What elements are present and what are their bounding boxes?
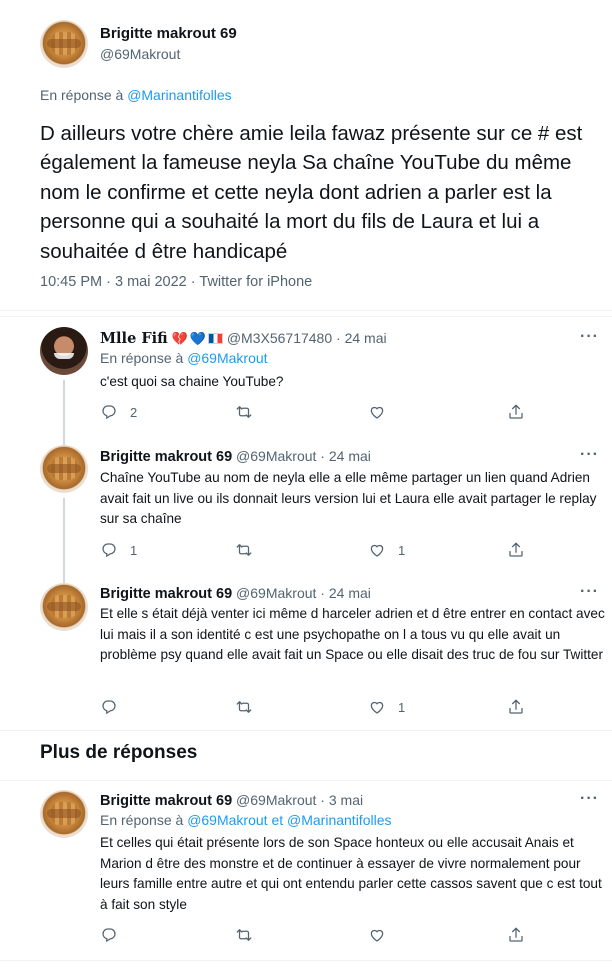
reply-icon — [102, 405, 116, 420]
reply-display-name[interactable]: Mlle Fifi — [100, 330, 168, 347]
like-count: 1 — [398, 699, 406, 715]
reply-prefix: En réponse à — [100, 812, 184, 828]
thread-line — [63, 380, 65, 446]
broken-heart-icon: 💔 — [171, 331, 188, 346]
main-tweet-meta: 10:45 PM · 3 mai 2022 · Twitter for iPho… — [40, 274, 312, 290]
share-button[interactable] — [507, 541, 525, 559]
reply-icon — [102, 543, 116, 558]
reply-icon — [102, 700, 116, 715]
like-button[interactable] — [368, 403, 386, 421]
reply-icon — [102, 928, 116, 943]
reply-text: Et elle s était déjà venter ici même d h… — [100, 606, 605, 663]
more-replies-heading: Plus de réponses — [40, 742, 198, 763]
retweet-button[interactable] — [235, 541, 253, 559]
reply-button[interactable]: 1 — [100, 541, 137, 559]
reply-avatar[interactable] — [40, 583, 88, 631]
retweet-button[interactable] — [235, 403, 253, 421]
reply-context: En réponse à @69Makrout et @Marinantifol… — [100, 812, 392, 828]
divider — [0, 730, 612, 731]
reply-to-link[interactable]: @Marinantifolles — [287, 812, 391, 828]
more-icon[interactable]: ··· — [580, 583, 599, 601]
retweet-icon — [236, 406, 252, 418]
reply-header: Mlle Fifi 💔 💙 @M3X56717480 · 24 mai — [100, 330, 387, 347]
reply-avatar[interactable] — [40, 327, 88, 375]
reply-avatar[interactable] — [40, 445, 88, 493]
divider — [0, 316, 612, 317]
share-button[interactable] — [507, 403, 525, 421]
reply-button[interactable] — [100, 926, 118, 944]
tweet-source[interactable]: Twitter for iPhone — [199, 274, 312, 290]
divider — [0, 780, 612, 781]
reply-handle[interactable]: @69Makrout — [236, 448, 316, 464]
reply-display-name[interactable]: Brigitte makrout 69 — [100, 586, 232, 602]
main-tweet-handle[interactable]: @69Makrout — [100, 46, 180, 62]
reply-date[interactable]: 24 mai — [345, 330, 387, 346]
tweet-date[interactable]: 3 mai 2022 — [115, 274, 187, 290]
like-icon — [370, 544, 384, 557]
divider — [0, 960, 612, 961]
like-count: 1 — [398, 542, 406, 558]
reply-text: c'est quoi sa chaine YouTube? — [100, 374, 284, 389]
main-tweet-text: D ailleurs votre chère amie leila fawaz … — [40, 122, 583, 263]
like-button[interactable] — [368, 926, 386, 944]
reply-and: et — [271, 812, 284, 828]
blue-heart-icon: 💙 — [189, 331, 206, 346]
reply-handle[interactable]: @M3X56717480 — [227, 330, 332, 346]
france-flag-icon — [207, 333, 223, 344]
reply-text: Chaîne YouTube au nom de neyla elle a el… — [100, 470, 597, 527]
reply-header: Brigitte makrout 69 @69Makrout · 24 mai — [100, 585, 371, 602]
retweet-icon — [236, 929, 252, 941]
retweet-button[interactable] — [235, 698, 253, 716]
reply-count: 2 — [130, 404, 138, 420]
reply-date[interactable]: 24 mai — [329, 448, 371, 464]
reply-display-name[interactable]: Brigitte makrout 69 — [100, 793, 232, 809]
share-icon — [509, 542, 523, 557]
meta-separator: · — [106, 274, 111, 290]
reply-prefix: En réponse à — [100, 350, 184, 366]
like-icon — [370, 929, 384, 942]
share-icon — [509, 927, 523, 942]
reply-button[interactable] — [100, 698, 118, 716]
more-icon[interactable]: ··· — [580, 328, 599, 346]
main-tweet-display-name[interactable]: Brigitte makrout 69 — [100, 25, 237, 42]
reply-prefix: En réponse à — [40, 87, 124, 103]
more-icon[interactable]: ··· — [580, 790, 599, 808]
meta-separator: · — [190, 274, 196, 290]
reply-header: Brigitte makrout 69 @69Makrout · 3 mai — [100, 792, 364, 809]
reply-context: En réponse à @69Makrout — [100, 350, 268, 366]
main-tweet-reply-context: En réponse à @Marinantifolles — [40, 87, 232, 103]
reply-button[interactable]: 2 — [100, 403, 137, 421]
share-button[interactable] — [507, 926, 525, 944]
like-button[interactable]: 1 — [368, 541, 405, 559]
share-icon — [509, 404, 523, 419]
retweet-button[interactable] — [235, 926, 253, 944]
thread-line — [63, 498, 65, 584]
like-button[interactable]: 1 — [368, 698, 405, 716]
retweet-icon — [236, 701, 252, 713]
reply-avatar[interactable] — [40, 790, 88, 838]
reply-to-link[interactable]: @Marinantifolles — [127, 87, 231, 103]
reply-text: Et celles qui était présente lors de son… — [100, 835, 602, 912]
retweet-icon — [236, 544, 252, 556]
reply-to-link[interactable]: @69Makrout — [187, 812, 267, 828]
reply-display-name[interactable]: Brigitte makrout 69 — [100, 449, 232, 465]
like-icon — [370, 406, 384, 419]
tweet-time[interactable]: 10:45 PM — [40, 274, 102, 290]
like-icon — [370, 701, 384, 714]
reply-handle[interactable]: @69Makrout — [236, 792, 316, 808]
share-icon — [509, 699, 523, 714]
reply-to-link[interactable]: @69Makrout — [187, 350, 267, 366]
main-tweet-avatar[interactable] — [40, 20, 88, 68]
reply-date[interactable]: 3 mai — [329, 792, 363, 808]
reply-header: Brigitte makrout 69 @69Makrout · 24 mai — [100, 448, 371, 465]
reply-handle[interactable]: @69Makrout — [236, 585, 316, 601]
reply-count: 1 — [130, 542, 138, 558]
share-button[interactable] — [507, 698, 525, 716]
divider — [0, 310, 612, 311]
reply-date[interactable]: 24 mai — [329, 585, 371, 601]
more-icon[interactable]: ··· — [580, 446, 599, 464]
